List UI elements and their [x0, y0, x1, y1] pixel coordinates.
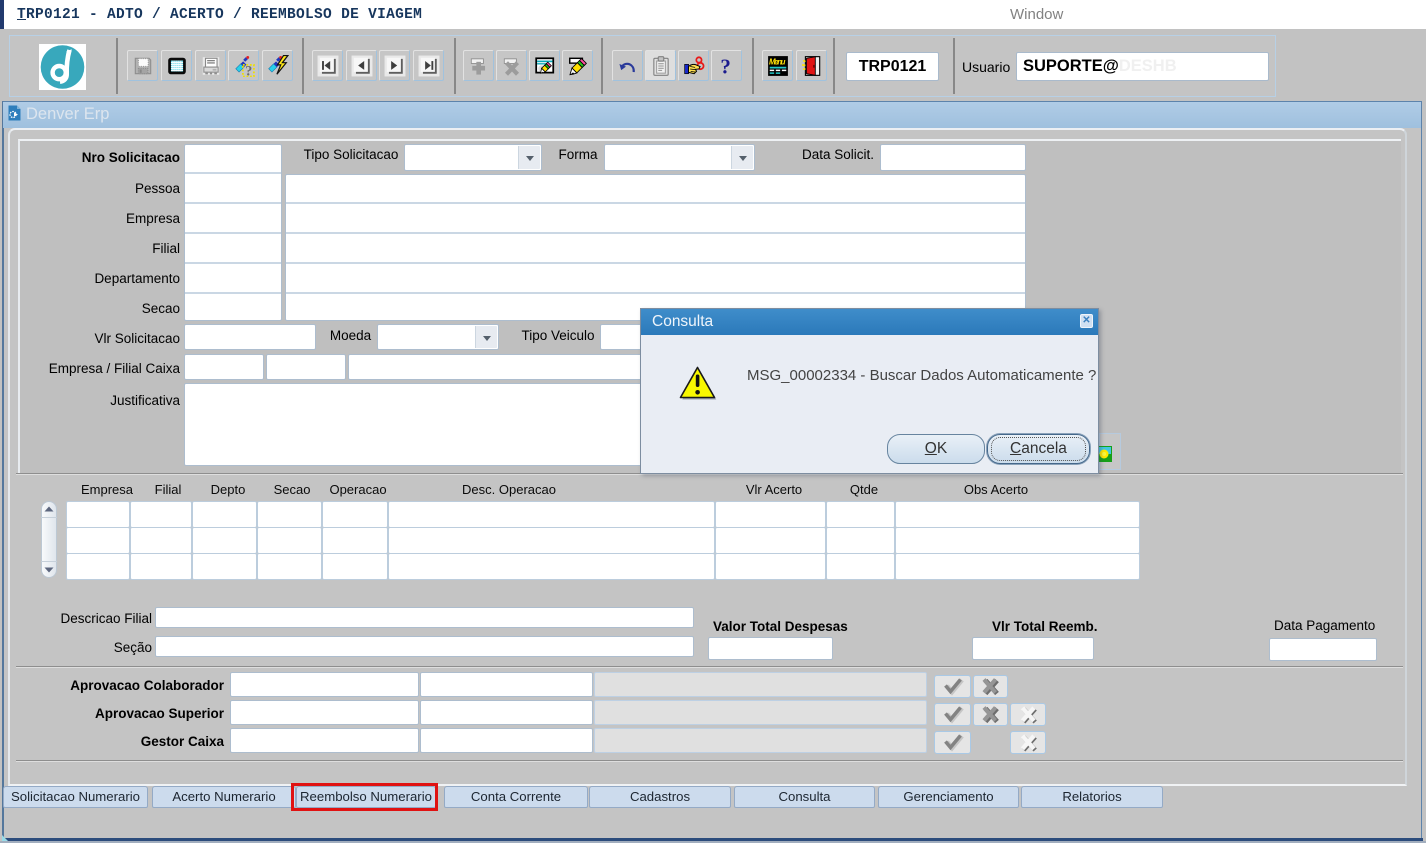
svg-text:Menu: Menu: [769, 57, 786, 66]
svg-text:?: ?: [720, 55, 730, 77]
svg-text:?: ?: [245, 64, 252, 77]
